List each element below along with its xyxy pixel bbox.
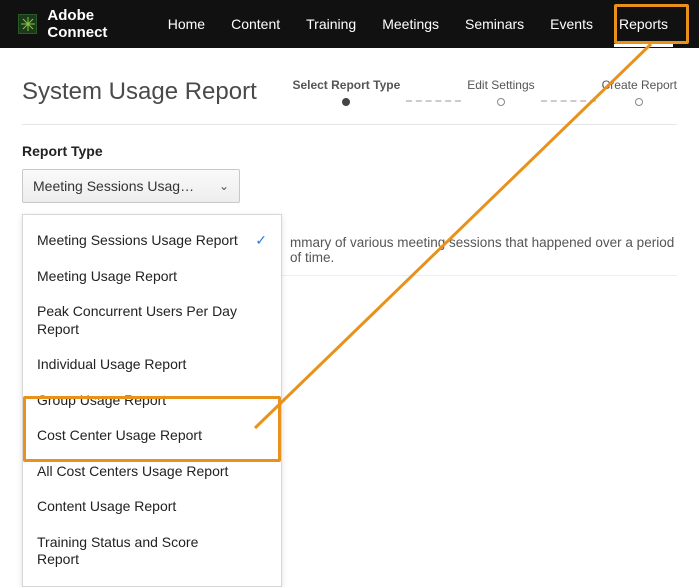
page-content: System Usage Report Select Report Type E…	[0, 48, 699, 203]
step-dot-icon	[635, 98, 643, 106]
nav-seminars[interactable]: Seminars	[452, 2, 537, 46]
page-header: System Usage Report Select Report Type E…	[22, 78, 677, 125]
nav-items: Home Content Training Meetings Seminars …	[155, 2, 681, 46]
option-peak-concurrent-users[interactable]: Peak Concurrent Users Per Day Report	[23, 294, 281, 347]
wizard-steps: Select Report Type Edit Settings Create …	[292, 78, 677, 106]
option-meeting-sessions-usage[interactable]: Meeting Sessions Usage Report	[23, 223, 281, 259]
step-edit-settings[interactable]: Edit Settings	[467, 78, 534, 106]
report-type-select[interactable]: Meeting Sessions Usag… ⌄	[22, 169, 240, 203]
option-individual-usage[interactable]: Individual Usage Report	[23, 347, 281, 383]
step-create-report[interactable]: Create Report	[602, 78, 677, 106]
step-dot-icon	[497, 98, 505, 106]
brand-block: Adobe Connect	[18, 7, 155, 41]
option-content-usage[interactable]: Content Usage Report	[23, 489, 281, 525]
step-dot-icon	[342, 98, 350, 106]
nav-reports[interactable]: Reports	[606, 2, 681, 46]
step-separator	[406, 100, 461, 102]
option-cost-center-usage[interactable]: Cost Center Usage Report	[23, 418, 281, 454]
report-type-label: Report Type	[22, 143, 677, 159]
brand-name: Adobe Connect	[47, 7, 154, 41]
option-all-cost-centers-usage[interactable]: All Cost Centers Usage Report	[23, 454, 281, 490]
nav-training[interactable]: Training	[293, 2, 369, 46]
report-description: mmary of various meeting sessions that h…	[290, 235, 680, 265]
top-navigation: Adobe Connect Home Content Training Meet…	[0, 0, 699, 48]
page-title: System Usage Report	[22, 78, 292, 106]
nav-events[interactable]: Events	[537, 2, 606, 46]
nav-content[interactable]: Content	[218, 2, 293, 46]
nav-meetings[interactable]: Meetings	[369, 2, 452, 46]
option-training-status-score[interactable]: Training Status and Score Report	[23, 525, 281, 578]
nav-home[interactable]: Home	[155, 2, 218, 46]
report-type-section: Report Type Meeting Sessions Usag… ⌄	[22, 143, 677, 203]
report-type-dropdown-menu: Meeting Sessions Usage Report Meeting Us…	[22, 214, 282, 587]
adobe-connect-icon	[18, 14, 37, 34]
option-group-usage[interactable]: Group Usage Report	[23, 383, 281, 419]
step-separator	[541, 100, 596, 102]
option-meeting-usage[interactable]: Meeting Usage Report	[23, 259, 281, 295]
report-type-selected-value: Meeting Sessions Usag…	[33, 178, 194, 194]
chevron-down-icon: ⌄	[219, 179, 229, 193]
step-select-report-type[interactable]: Select Report Type	[292, 78, 400, 106]
